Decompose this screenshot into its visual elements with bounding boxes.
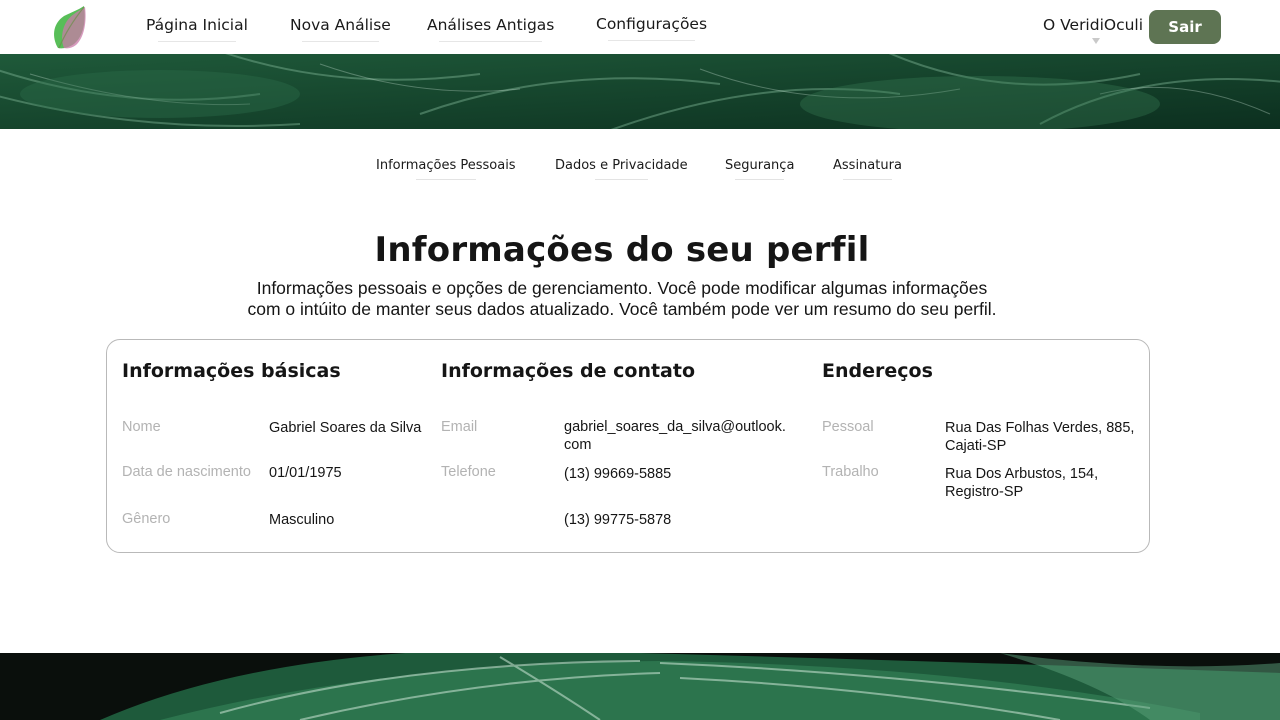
personal-address-label: Pessoal <box>822 419 874 435</box>
leaf-logo-icon[interactable] <box>50 4 88 50</box>
nav-home-label: Página Inicial <box>146 16 248 34</box>
contact-info-heading: Informações de contato <box>441 360 696 382</box>
logout-label: Sair <box>1168 18 1202 36</box>
phone-label: Telefone <box>441 464 496 480</box>
nav-new-analysis-link[interactable]: Nova Análise <box>290 16 391 42</box>
addresses-heading: Endereços <box>822 360 933 382</box>
nav-old-analyses-label: Análises Antigas <box>427 16 555 34</box>
tab-underline <box>416 179 476 180</box>
name-value: Gabriel Soares da Silva <box>269 420 422 436</box>
email-value: gabriel_soares_da_silva@outlook. com <box>564 418 786 454</box>
page-description-line: Informações pessoais e opções de gerenci… <box>256 278 988 298</box>
nav-settings-label: Configurações <box>596 15 708 33</box>
tab-subscription[interactable]: Assinatura <box>833 158 902 180</box>
birth-date-label: Data de nascimento <box>122 464 251 480</box>
basic-info-heading: Informações básicas <box>122 360 341 382</box>
nav-underline <box>302 41 379 42</box>
phone-value-primary: (13) 99669-5885 <box>564 466 672 482</box>
nav-settings-link[interactable]: Configurações <box>596 15 708 41</box>
top-navbar: Página Inicial Nova Análise Análises Ant… <box>0 0 1280 54</box>
work-address-label: Trabalho <box>822 464 879 480</box>
tab-underline <box>843 179 892 180</box>
nav-home-link[interactable]: Página Inicial <box>146 16 248 42</box>
hero-leaf-banner <box>0 54 1280 129</box>
email-value-line: gabriel_soares_da_silva@outlook. <box>564 419 786 435</box>
work-address-value: Rua Dos Arbustos, 154, Registro-SP <box>945 465 1098 501</box>
page-title: Informações do seu perfil <box>374 230 870 270</box>
nav-new-analysis-label: Nova Análise <box>290 16 391 34</box>
chevron-down-icon[interactable] <box>1092 38 1100 44</box>
email-label: Email <box>441 419 478 435</box>
nav-about-label: O VeridiOculi <box>1043 16 1144 34</box>
personal-address-value: Rua Das Folhas Verdes, 885, Cajati-SP <box>945 419 1134 455</box>
tab-security[interactable]: Segurança <box>725 158 795 180</box>
tab-personal-info[interactable]: Informações Pessoais <box>376 158 516 180</box>
tab-subscription-label: Assinatura <box>833 158 902 173</box>
nav-about-dropdown[interactable]: O VeridiOculi <box>1043 16 1143 34</box>
page-description-line: com o intúito de manter seus dados atual… <box>247 299 997 319</box>
phone-value-secondary: (13) 99775-5878 <box>564 512 672 528</box>
tab-personal-info-label: Informações Pessoais <box>376 158 516 173</box>
address-line: Registro-SP <box>945 484 1024 500</box>
footer-leaf-banner <box>0 653 1280 720</box>
gender-value: Masculino <box>269 512 335 528</box>
tab-data-privacy[interactable]: Dados e Privacidade <box>555 158 688 180</box>
nav-old-analyses-link[interactable]: Análises Antigas <box>427 16 555 42</box>
address-line: Cajati-SP <box>945 438 1007 454</box>
address-line: Rua Dos Arbustos, 154, <box>945 466 1099 482</box>
nav-underline <box>608 40 696 41</box>
name-label: Nome <box>122 419 161 435</box>
address-line: Rua Das Folhas Verdes, 885, <box>945 420 1135 436</box>
email-value-line: com <box>564 437 592 453</box>
tab-underline <box>735 179 785 180</box>
page-description: Informações pessoais e opções de gerenci… <box>222 278 1022 320</box>
birth-date-value: 01/01/1975 <box>269 465 342 481</box>
tab-data-privacy-label: Dados e Privacidade <box>555 158 688 173</box>
tab-security-label: Segurança <box>725 158 795 173</box>
tab-underline <box>595 179 648 180</box>
gender-label: Gênero <box>122 511 171 527</box>
nav-underline <box>439 41 543 42</box>
logout-button[interactable]: Sair <box>1149 10 1221 44</box>
nav-underline <box>158 41 236 42</box>
